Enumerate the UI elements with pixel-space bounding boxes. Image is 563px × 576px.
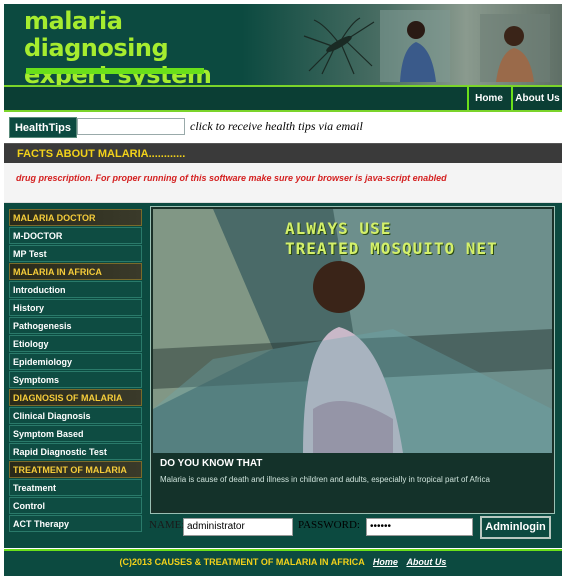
sidebar-heading-malaria-in-africa: MALARIA IN AFRICA (9, 263, 142, 280)
title-underline (26, 68, 204, 74)
footer-home-link[interactable]: Home (373, 557, 398, 567)
sidebar-item-symptoms[interactable]: Symptoms (9, 371, 142, 388)
sidebar-item-epidemiology[interactable]: Epidemiology (9, 353, 142, 370)
name-label: NAME: (149, 519, 185, 531)
sidebar-item-m-doctor[interactable]: M-DOCTOR (9, 227, 142, 244)
admin-login-button[interactable]: Adminlogin (480, 516, 551, 539)
mosquito-icon (303, 17, 375, 75)
banner-line1: ALWAYS USE (285, 219, 392, 238)
banner-headline: ALWAYS USE TREATED MOSQUITO NET (285, 219, 498, 259)
sidebar-heading-malaria-doctor: MALARIA DOCTOR (9, 209, 142, 226)
sidebar-item-treatment[interactable]: Treatment (9, 479, 142, 496)
health-tips-row: HealthTips click to receive health tips … (4, 113, 562, 143)
did-you-know-box: DO YOU KNOW THAT Malaria is cause of dea… (153, 453, 552, 511)
name-input[interactable]: administrator (183, 518, 293, 536)
nav-about-link[interactable]: About Us (511, 87, 562, 110)
content-panel: ALWAYS USE TREATED MOSQUITO NET DO YOU K… (150, 206, 555, 514)
nav-home-link[interactable]: Home (467, 87, 509, 110)
site-title-line1: malaria diagnosing (24, 7, 169, 62)
sidebar-item-mp-test[interactable]: MP Test (9, 245, 142, 262)
child-photo (480, 14, 550, 82)
facts-bar: FACTS ABOUT MALARIA............ (4, 143, 562, 163)
health-tips-email-input[interactable] (77, 118, 185, 135)
sidebar-item-rapid-diagnostic-test[interactable]: Rapid Diagnostic Test (9, 443, 142, 460)
sidebar-item-symptom-based[interactable]: Symptom Based (9, 425, 142, 442)
footer-copyright: (C)2013 CAUSES & TREATMENT OF MALARIA IN… (119, 557, 365, 567)
health-tips-prompt: click to receive health tips via email (190, 119, 363, 133)
facts-title: FACTS ABOUT MALARIA............ (17, 148, 186, 160)
facts-marquee-text: drug prescription. For proper running of… (16, 173, 447, 183)
footer-content: (C)2013 CAUSES & TREATMENT OF MALARIA IN… (4, 557, 562, 567)
password-input[interactable]: •••••• (366, 518, 473, 536)
sidebar-item-introduction[interactable]: Introduction (9, 281, 142, 298)
facts-marquee: drug prescription. For proper running of… (4, 163, 562, 203)
sidebar-menu: MALARIA DOCTOR M-DOCTOR MP Test MALARIA IN … (9, 209, 142, 533)
site-header: malaria diagnosing expert system (4, 4, 562, 85)
person-with-net-photo (380, 10, 450, 82)
sidebar-item-etiology[interactable]: Etiology (9, 335, 142, 352)
health-tips-button[interactable]: HealthTips (9, 117, 77, 138)
site-footer: (C)2013 CAUSES & TREATMENT OF MALARIA IN… (4, 549, 562, 576)
footer-about-link[interactable]: About Us (406, 557, 446, 567)
password-label: PASSWORD: (298, 519, 360, 531)
main-content: MALARIA DOCTOR M-DOCTOR MP Test MALARIA IN … (4, 203, 562, 548)
sidebar-item-clinical-diagnosis[interactable]: Clinical Diagnosis (9, 407, 142, 424)
sidebar-item-history[interactable]: History (9, 299, 142, 316)
top-nav: Home About Us (4, 85, 562, 112)
sidebar-heading-diagnosis-of-malaria: DIAGNOSIS OF MALARIA (9, 389, 142, 406)
sidebar-heading-treatment-of-malaria: TREATMENT OF MALARIA (9, 461, 142, 478)
banner-line2: TREATED MOSQUITO NET (285, 239, 498, 258)
sidebar-item-control[interactable]: Control (9, 497, 142, 514)
admin-login-form: NAME: administrator PASSWORD: •••••• Adm… (144, 514, 562, 542)
mosquito-net-banner: ALWAYS USE TREATED MOSQUITO NET (153, 209, 552, 453)
did-you-know-text: Malaria is cause of death and illness in… (160, 475, 490, 484)
sidebar-item-pathogenesis[interactable]: Pathogenesis (9, 317, 142, 334)
did-you-know-title: DO YOU KNOW THAT (160, 458, 263, 469)
sidebar-item-act-therapy[interactable]: ACT Therapy (9, 515, 142, 532)
